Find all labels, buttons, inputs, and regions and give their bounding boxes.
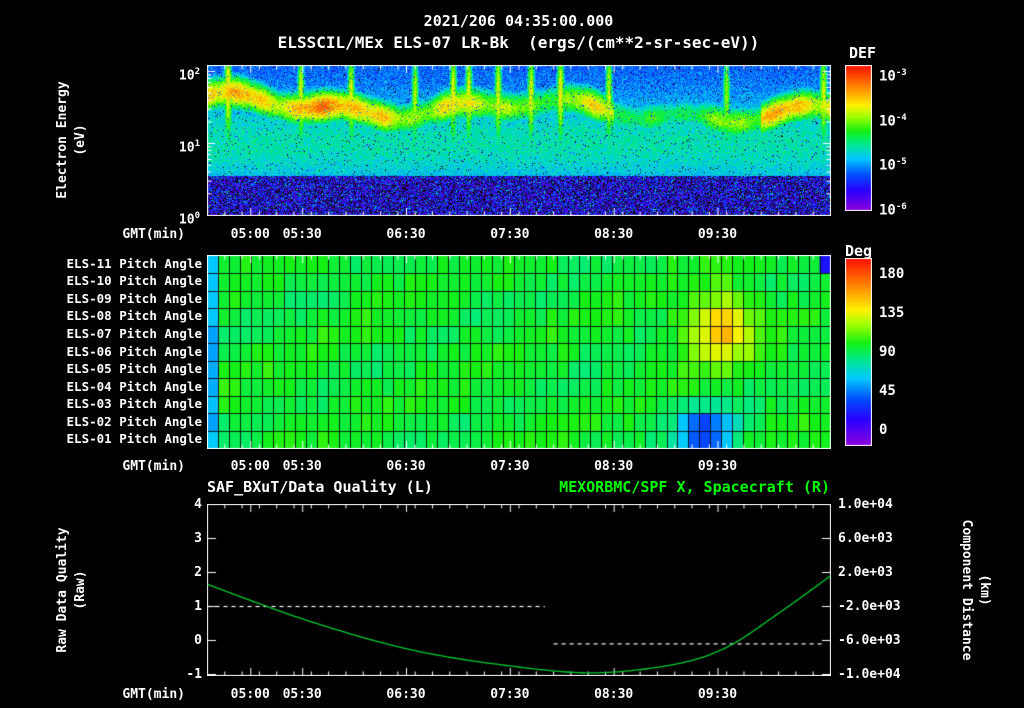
deg-tick-label: 45	[879, 383, 896, 399]
time-tick-label: 07:30	[490, 459, 530, 474]
plot-title: ELSSCIL/MEx ELS-07 LR-Bk (ergs/(cm**2-sr…	[277, 33, 760, 52]
distance-tick-label: -1.0e+04	[838, 667, 901, 682]
time-tick-label: 05:30	[282, 687, 322, 702]
bottom-title-right: MEXORBMC/SPF X, Spacecraft (R)	[559, 478, 830, 496]
distance-axis-units: (km)	[977, 574, 992, 606]
energy-tick-label: 100	[178, 210, 200, 227]
pitch-row-label: ELS-01 Pitch Angle	[66, 431, 202, 447]
date-title: 2021/206 04:35:00.000	[423, 12, 614, 30]
deg-colorbar	[845, 258, 872, 446]
deg-tick-label: 180	[879, 266, 905, 282]
quality-tick-label: 2	[194, 565, 202, 580]
quality-axis-label: Raw Data Quality	[55, 527, 70, 653]
quality-axis-units: (Raw)	[73, 570, 88, 610]
deg-tick-label: 135	[879, 305, 905, 321]
time-tick-label: 06:30	[386, 687, 426, 702]
distance-tick-label: -6.0e+03	[838, 633, 901, 648]
time-tick-label: 09:30	[697, 227, 738, 242]
electron-energy-spectrogram	[207, 65, 831, 216]
pitch-row-label: ELS-03 Pitch Angle	[66, 396, 202, 412]
energy-tick-label: 101	[178, 138, 200, 155]
quality-tick-label: 3	[194, 531, 202, 546]
pitch-row-label: ELS-11 Pitch Angle	[66, 255, 202, 271]
pitch-row-label: ELS-04 Pitch Angle	[66, 378, 202, 394]
deg-colorbar-title: Deg	[845, 242, 873, 260]
time-tick-label: 07:30	[490, 687, 530, 702]
time-tick-label: 09:30	[697, 687, 738, 702]
deg-tick-label: 0	[879, 422, 888, 438]
quality-tick-label: 1	[194, 599, 202, 614]
def-tick-label: 10-4	[879, 113, 907, 130]
time-tick-label: 08:30	[594, 687, 634, 702]
distance-axis-label: Component Distance	[959, 519, 974, 661]
pitch-row-label: ELS-05 Pitch Angle	[66, 361, 202, 377]
def-tick-label: 10-6	[879, 202, 907, 219]
def-colorbar	[845, 65, 872, 211]
gmt-axis-label-1: GMT(min)	[122, 227, 185, 242]
distance-tick-label: 6.0e+03	[838, 531, 893, 546]
time-tick-label: 07:30	[490, 227, 530, 242]
time-tick-label: 05:30	[282, 459, 322, 474]
quality-distance-plot	[207, 504, 831, 676]
pitch-row-label: ELS-02 Pitch Angle	[66, 413, 202, 429]
pitch-row-label: ELS-07 Pitch Angle	[66, 325, 202, 341]
plot-screen: 2021/206 04:35:00.000 ELSSCIL/MEx ELS-07…	[0, 0, 1024, 708]
gmt-axis-label-3: GMT(min)	[122, 687, 185, 702]
time-tick-label: 05:30	[282, 227, 322, 242]
pitch-row-label: ELS-09 Pitch Angle	[66, 290, 202, 306]
quality-tick-label: 4	[194, 497, 202, 512]
pitch-row-label: ELS-10 Pitch Angle	[66, 273, 202, 289]
def-tick-label: 10-5	[879, 157, 907, 174]
time-tick-label: 06:30	[386, 459, 426, 474]
quality-tick-label: -1	[186, 667, 202, 682]
pitch-row-label: ELS-06 Pitch Angle	[66, 343, 202, 359]
time-tick-label: 09:30	[697, 459, 738, 474]
pitch-row-label: ELS-08 Pitch Angle	[66, 308, 202, 324]
gmt-axis-label-2: GMT(min)	[122, 459, 185, 474]
def-tick-label: 10-3	[879, 68, 907, 85]
energy-axis-units: (eV)	[73, 124, 88, 156]
energy-tick-label: 102	[178, 66, 200, 83]
def-colorbar-title: DEF	[849, 44, 877, 62]
time-tick-label: 08:30	[594, 459, 634, 474]
deg-tick-label: 90	[879, 344, 896, 360]
time-tick-label: 06:30	[386, 227, 426, 242]
distance-tick-label: 1.0e+04	[838, 497, 893, 512]
pitch-angle-heatmap	[207, 255, 831, 449]
time-tick-label: 08:30	[594, 227, 634, 242]
quality-tick-label: 0	[194, 633, 202, 648]
energy-axis-label: Electron Energy	[55, 81, 70, 199]
distance-tick-label: 2.0e+03	[838, 565, 893, 580]
distance-tick-label: -2.0e+03	[838, 599, 901, 614]
